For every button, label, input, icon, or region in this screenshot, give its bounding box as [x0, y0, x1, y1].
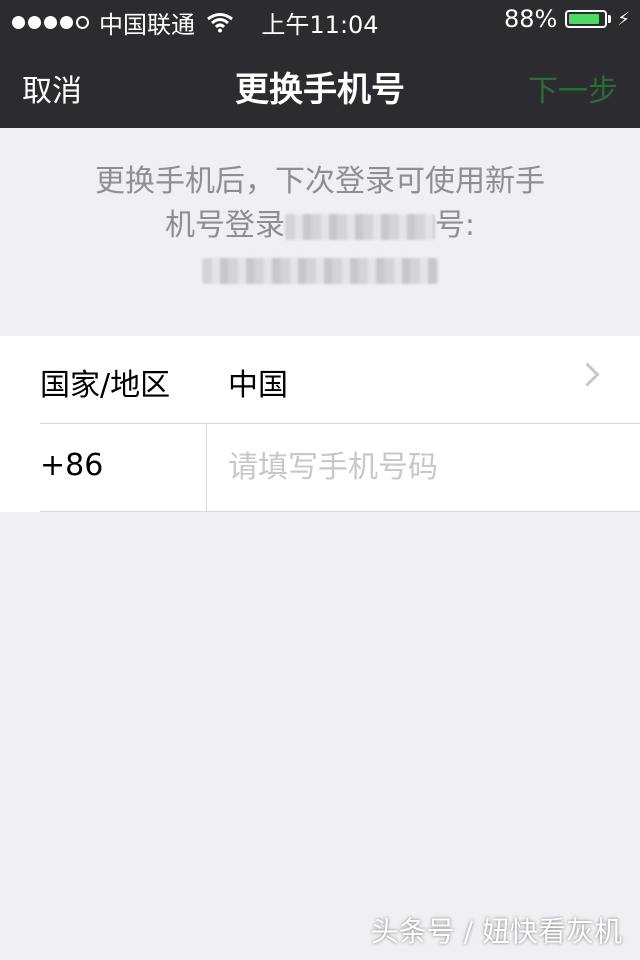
phone-form: 国家/地区 中国 +86 [0, 336, 640, 512]
info-line-1: 更换手机后，下次登录可使用新手 [95, 164, 545, 199]
region-label: 国家/地区 [40, 368, 171, 403]
info-line-3 [40, 248, 600, 292]
status-right: 88% ⚡ [504, 5, 630, 33]
region-value: 中国 [228, 368, 288, 403]
country-code[interactable]: +86 [40, 448, 103, 483]
battery-tip [608, 15, 612, 23]
chevron-right-icon [575, 362, 600, 387]
status-bar: 中国联通 上午11:04 88% ⚡ [0, 0, 640, 40]
info-line-2-end: 号: [434, 208, 476, 243]
phone-row: +86 [0, 424, 640, 512]
blurred-redaction [284, 213, 435, 240]
vertical-divider [206, 424, 207, 512]
phone-number-input[interactable] [228, 442, 608, 492]
region-row[interactable]: 国家/地区 中国 [0, 336, 640, 424]
watermark: 头条号 / 妞快看灰机 [370, 915, 622, 948]
battery-icon [565, 10, 608, 28]
info-line-2: 机号登录 号: [40, 204, 600, 248]
navigation-bar: 取消 更换手机号 下一步 [0, 40, 640, 128]
info-line-2-start: 机号登录 [164, 208, 285, 243]
info-text: 更换手机后，下次登录可使用新手 机号登录 号: [40, 160, 600, 292]
blurred-phone-number [202, 257, 438, 284]
battery-fill [569, 14, 600, 24]
divider [40, 511, 640, 512]
next-step-button[interactable]: 下一步 [528, 66, 618, 110]
battery-percent: 88% [504, 5, 558, 33]
charging-icon: ⚡ [617, 8, 630, 30]
